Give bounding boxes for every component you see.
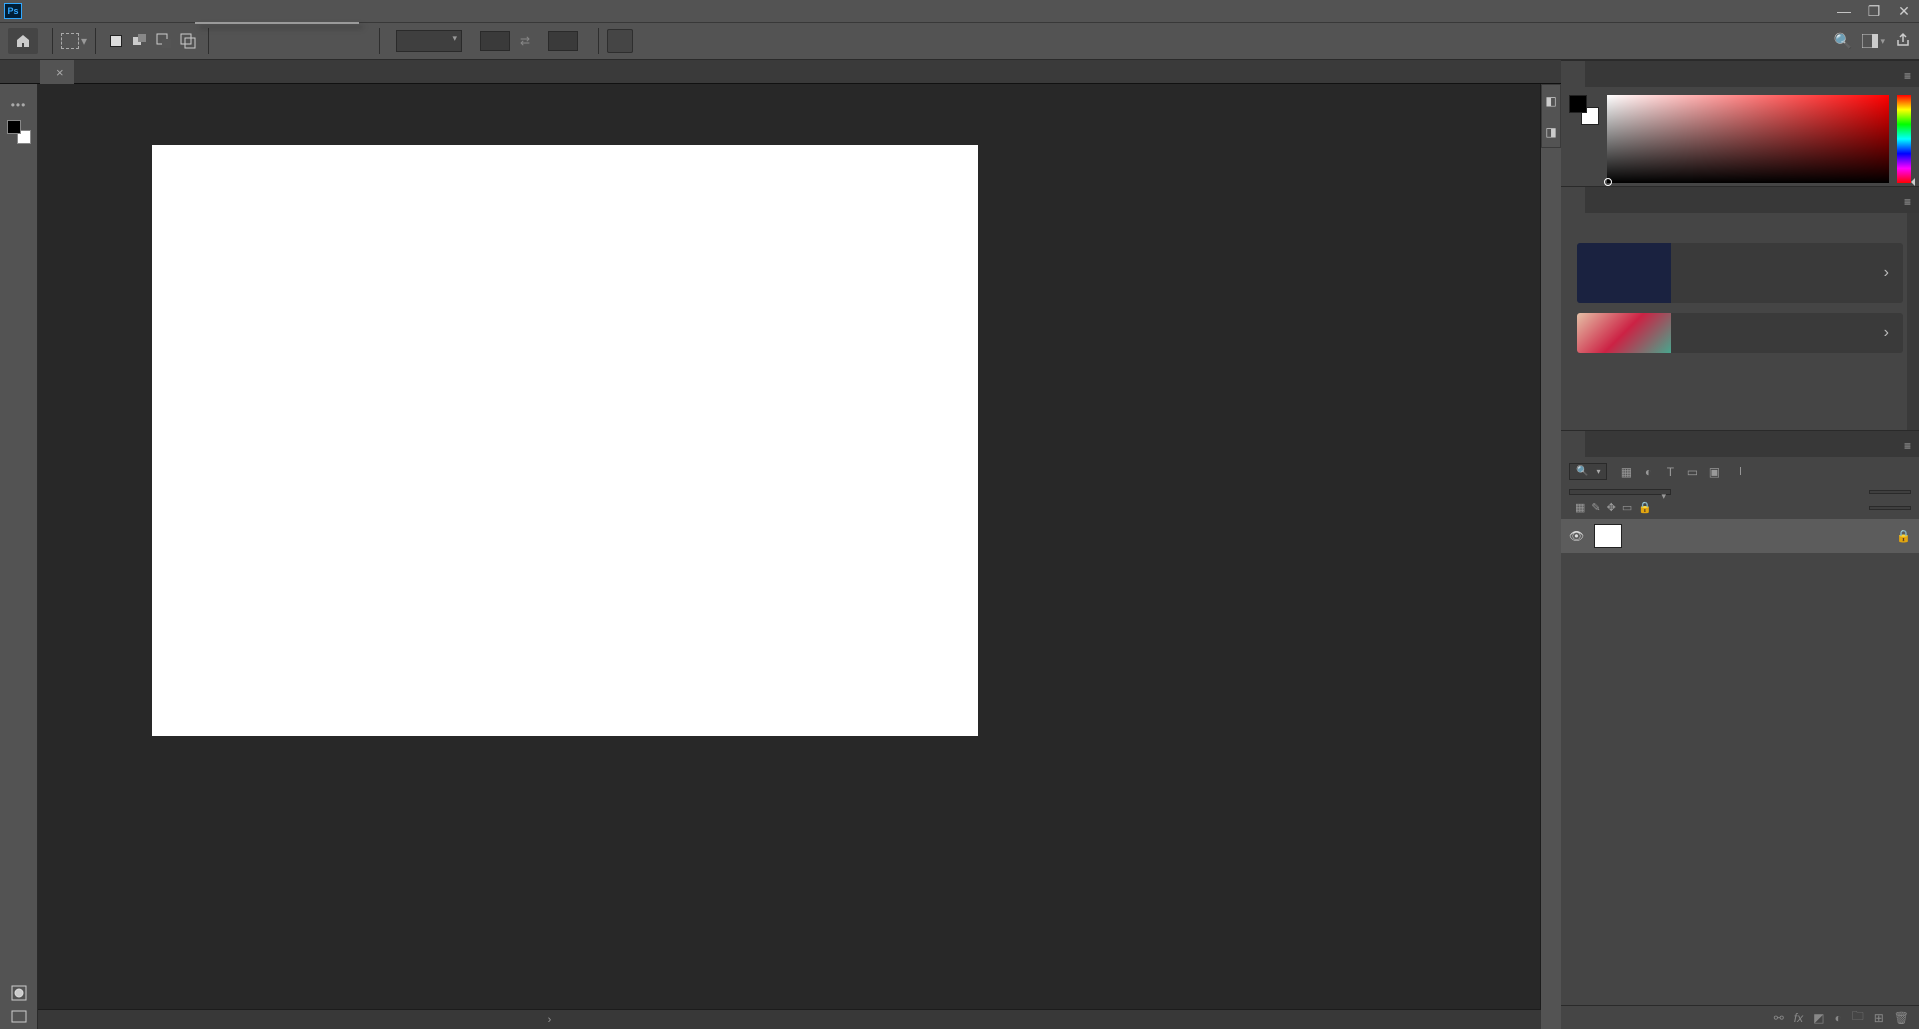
width-input[interactable] [480, 31, 510, 51]
tab-layers[interactable] [1561, 431, 1585, 457]
history-collapsed-icon[interactable]: ◧ [1545, 94, 1556, 108]
close-tab-icon[interactable]: × [56, 65, 64, 80]
properties-collapsed-icon[interactable]: ◨ [1545, 125, 1556, 139]
lock-transparency-icon[interactable]: ▦ [1575, 501, 1585, 514]
layer-filter-icons: ▦ ◐ T ▭ ▣ ⏽ [1619, 464, 1747, 479]
type-menu-dropdown [195, 22, 359, 24]
tools-overflow-icon[interactable]: ••• [11, 98, 27, 112]
marquee-preset-icon[interactable] [61, 33, 79, 49]
color-fg-bg-swatch[interactable] [1569, 95, 1599, 125]
new-selection-icon[interactable] [104, 29, 128, 53]
quick-mask-icon[interactable] [6, 982, 32, 1004]
tab-paths[interactable] [1609, 431, 1633, 457]
subtract-selection-icon[interactable] [152, 29, 176, 53]
color-picker-indicator[interactable] [1604, 178, 1612, 186]
select-and-mask-button[interactable] [607, 29, 633, 53]
options-bar: ▾ ⇄ 🔍 ▾ [0, 22, 1919, 60]
layer-filter-kind-dropdown[interactable]: 🔍 ▾ [1569, 463, 1607, 480]
statusbar-chevron-icon[interactable]: › [548, 1014, 552, 1026]
tab-swatches[interactable] [1585, 61, 1609, 87]
lock-all-icon[interactable]: 🔒 [1638, 501, 1652, 514]
color-spectrum[interactable] [1607, 95, 1889, 183]
learn-card-thumb [1577, 243, 1671, 303]
home-button[interactable] [8, 28, 38, 54]
height-input[interactable] [548, 31, 578, 51]
learn-scrollbar[interactable] [1907, 213, 1919, 430]
opacity-input[interactable] [1869, 490, 1911, 494]
document-tab[interactable]: × [40, 60, 74, 84]
filter-toggle-icon[interactable]: ⏽ [1733, 464, 1747, 479]
canvas[interactable] [152, 145, 978, 736]
close-button[interactable]: ✕ [1889, 3, 1919, 20]
lock-icon[interactable]: 🔒 [1896, 529, 1911, 543]
new-layer-icon[interactable]: ⊞ [1874, 1011, 1884, 1025]
learn-panel: ≡ › › [1561, 186, 1919, 430]
add-selection-icon[interactable] [128, 29, 152, 53]
swap-wh-icon[interactable]: ⇄ [520, 34, 530, 48]
lock-image-icon[interactable]: ✎ [1591, 501, 1600, 514]
layer-style-icon[interactable]: fx [1794, 1011, 1803, 1025]
intersect-selection-icon[interactable] [176, 29, 200, 53]
blend-mode-dropdown[interactable] [1569, 489, 1671, 495]
menubar: Ps — ❐ ✕ [0, 0, 1919, 22]
filter-adjustment-icon[interactable]: ◐ [1641, 465, 1655, 479]
lock-position-icon[interactable]: ✥ [1607, 501, 1616, 514]
filter-shape-icon[interactable]: ▭ [1685, 465, 1699, 479]
delete-layer-icon[interactable]: 🗑 [1894, 1011, 1909, 1025]
color-panel-menu-icon[interactable]: ≡ [1896, 65, 1919, 87]
workspace-switcher[interactable]: ▾ [1862, 34, 1885, 48]
filter-type-icon[interactable]: T [1663, 465, 1677, 479]
adjustment-layer-icon[interactable]: ◐ [1834, 1011, 1841, 1025]
screen-mode-icon[interactable] [6, 1006, 32, 1028]
hue-indicator [1907, 178, 1915, 186]
visibility-icon[interactable]: 👁 [1569, 529, 1584, 543]
search-icon[interactable]: 🔍 [1834, 32, 1853, 50]
right-panels: ≡ ≡ › [1561, 60, 1919, 1029]
layer-mask-icon[interactable]: ◩ [1813, 1011, 1824, 1025]
tab-color[interactable] [1561, 61, 1585, 87]
collapsed-panel-strip[interactable]: ◧ ◨ [1541, 84, 1561, 148]
home-icon [15, 33, 31, 49]
layers-panel-menu-icon[interactable]: ≡ [1896, 435, 1919, 457]
tab-channels[interactable] [1585, 431, 1609, 457]
lock-artboard-icon[interactable]: ▭ [1622, 501, 1632, 514]
foreground-color[interactable] [7, 120, 21, 134]
chevron-right-icon: › [1870, 324, 1903, 342]
style-dropdown[interactable] [396, 30, 462, 52]
status-bar: › [38, 1009, 1541, 1029]
layers-panel: ≡ 🔍 ▾ ▦ ◐ T ▭ ▣ ⏽ ▦ ✎ [1561, 430, 1919, 1029]
filter-pixel-icon[interactable]: ▦ [1619, 465, 1633, 479]
learn-card-fundamental[interactable]: › [1577, 243, 1903, 303]
layers-footer: ⚯ fx ◩ ◐ 🗀 ⊞ 🗑 [1561, 1005, 1919, 1029]
group-icon[interactable]: 🗀 [1852, 1007, 1864, 1028]
filter-smart-icon[interactable]: ▣ [1707, 465, 1721, 479]
layer-thumbnail[interactable] [1594, 524, 1622, 548]
chevron-right-icon: › [1870, 264, 1903, 282]
app-logo: Ps [4, 3, 22, 19]
foreground-background-swatch[interactable] [7, 120, 31, 144]
share-icon[interactable] [1895, 32, 1911, 51]
search-icon: 🔍 [1576, 466, 1588, 477]
fill-input[interactable] [1869, 506, 1911, 510]
layer-row-background[interactable]: 👁 🔒 [1561, 519, 1919, 553]
window-controls: — ❐ ✕ [1829, 3, 1919, 20]
link-layers-icon[interactable]: ⚯ [1774, 1011, 1784, 1025]
tools-panel: ••• [0, 84, 38, 1029]
tab-adjustments[interactable] [1609, 187, 1633, 213]
learn-card-fixphoto[interactable]: › [1577, 313, 1903, 353]
learn-panel-menu-icon[interactable]: ≡ [1896, 191, 1919, 213]
hue-slider[interactable] [1897, 95, 1911, 183]
learn-card-thumb [1577, 313, 1671, 353]
color-panel: ≡ [1561, 60, 1919, 186]
maximize-button[interactable]: ❐ [1859, 3, 1889, 20]
canvas-workspace [38, 84, 1541, 1009]
tab-learn[interactable] [1561, 187, 1585, 213]
minimize-button[interactable]: — [1829, 3, 1859, 20]
tab-libraries[interactable] [1585, 187, 1609, 213]
